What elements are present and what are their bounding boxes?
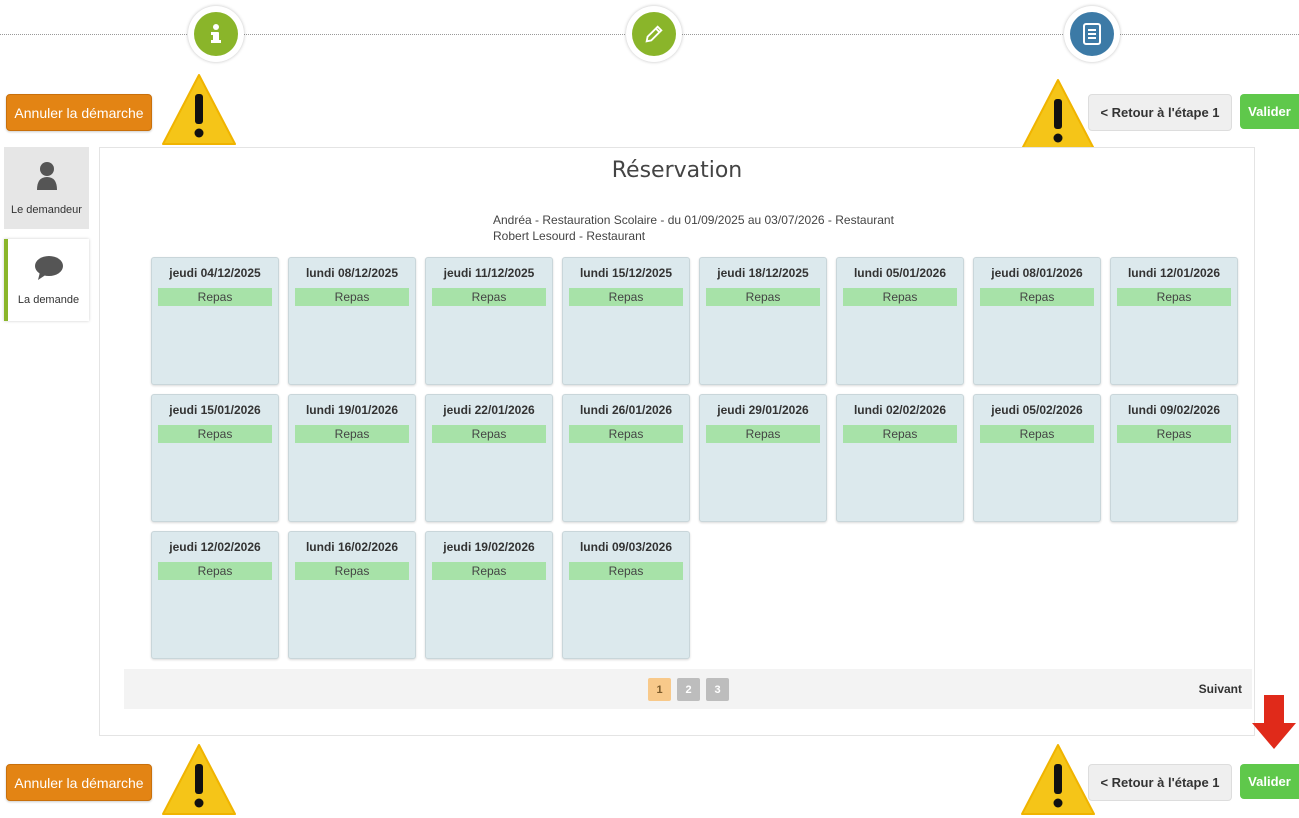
- cancel-button-bottom[interactable]: Annuler la démarche: [6, 764, 152, 801]
- day-card-date: jeudi 19/02/2026: [443, 540, 535, 554]
- day-card[interactable]: jeudi 22/01/2026 Repas: [425, 394, 553, 522]
- sidebar-item-label: La demande: [17, 293, 80, 306]
- cancel-button-top[interactable]: Annuler la démarche: [6, 94, 152, 131]
- day-card[interactable]: lundi 15/12/2025 Repas: [562, 257, 690, 385]
- sidebar-item-demande[interactable]: La demande: [4, 239, 89, 321]
- day-card-date: lundi 02/02/2026: [853, 403, 947, 417]
- day-card[interactable]: lundi 05/01/2026 Repas: [836, 257, 964, 385]
- meal-tag[interactable]: Repas: [1117, 425, 1231, 443]
- warning-icon: [1021, 744, 1095, 815]
- day-card[interactable]: lundi 12/01/2026 Repas: [1110, 257, 1238, 385]
- meal-tag[interactable]: Repas: [843, 425, 957, 443]
- meal-tag[interactable]: Repas: [432, 562, 546, 580]
- document-icon: [1070, 12, 1114, 56]
- day-card[interactable]: jeudi 15/01/2026 Repas: [151, 394, 279, 522]
- warning-icon: [162, 744, 236, 815]
- page-2-button[interactable]: 2: [677, 678, 700, 701]
- subtitle-line-2: Robert Lesourd - Restaurant: [493, 229, 646, 243]
- day-card-date: jeudi 12/02/2026: [169, 540, 261, 554]
- meal-tag[interactable]: Repas: [295, 562, 409, 580]
- warning-icon: [162, 74, 236, 145]
- meal-tag[interactable]: Repas: [569, 288, 683, 306]
- day-card[interactable]: lundi 26/01/2026 Repas: [562, 394, 690, 522]
- back-button-top[interactable]: < Retour à l'étape 1: [1088, 94, 1232, 131]
- meal-tag[interactable]: Repas: [706, 288, 820, 306]
- day-card[interactable]: jeudi 19/02/2026 Repas: [425, 531, 553, 659]
- day-card-date: jeudi 08/01/2026: [991, 266, 1083, 280]
- day-card-date: jeudi 04/12/2025: [169, 266, 261, 280]
- meal-tag[interactable]: Repas: [706, 425, 820, 443]
- day-card[interactable]: jeudi 11/12/2025 Repas: [425, 257, 553, 385]
- day-card-date: jeudi 05/02/2026: [991, 403, 1083, 417]
- meal-tag[interactable]: Repas: [980, 425, 1094, 443]
- sidebar-item-label: Le demandeur: [11, 203, 82, 216]
- day-card-date: jeudi 22/01/2026: [443, 403, 535, 417]
- back-button-bottom[interactable]: < Retour à l'étape 1: [1088, 764, 1232, 801]
- subtitle-line-1: Andréa - Restauration Scolaire - du 01/0…: [493, 213, 894, 227]
- validate-button-top[interactable]: Valider: [1240, 94, 1299, 129]
- day-card-date: lundi 16/02/2026: [305, 540, 399, 554]
- day-card[interactable]: lundi 09/03/2026 Repas: [562, 531, 690, 659]
- step-summary: [1064, 6, 1120, 62]
- day-card-date: lundi 09/03/2026: [579, 540, 673, 554]
- meal-tag[interactable]: Repas: [158, 288, 272, 306]
- next-page-link[interactable]: Suivant: [1199, 682, 1242, 696]
- day-card-date: lundi 08/12/2025: [305, 266, 399, 280]
- day-card-date: jeudi 18/12/2025: [717, 266, 809, 280]
- day-card-date: lundi 26/01/2026: [579, 403, 673, 417]
- day-card[interactable]: lundi 19/01/2026 Repas: [288, 394, 416, 522]
- day-card[interactable]: jeudi 04/12/2025 Repas: [151, 257, 279, 385]
- meal-tag[interactable]: Repas: [158, 562, 272, 580]
- reservation-subtitle: Andréa - Restauration Scolaire - du 01/0…: [493, 212, 894, 244]
- day-card-date: jeudi 11/12/2025: [443, 266, 535, 280]
- page-1-button[interactable]: 1: [648, 678, 671, 701]
- sidebar-item-demandeur[interactable]: Le demandeur: [4, 147, 89, 229]
- day-card[interactable]: lundi 08/12/2025 Repas: [288, 257, 416, 385]
- day-card[interactable]: jeudi 29/01/2026 Repas: [699, 394, 827, 522]
- page-3-button[interactable]: 3: [706, 678, 729, 701]
- day-card[interactable]: lundi 09/02/2026 Repas: [1110, 394, 1238, 522]
- meal-tag[interactable]: Repas: [432, 288, 546, 306]
- info-icon: [194, 12, 238, 56]
- day-card-date: lundi 09/02/2026: [1127, 403, 1221, 417]
- step-info: [188, 6, 244, 62]
- pencil-icon: [632, 12, 676, 56]
- pagination: 1 2 3 Suivant: [124, 669, 1252, 709]
- step-edit: [626, 6, 682, 62]
- meal-tag[interactable]: Repas: [295, 288, 409, 306]
- arrow-down-icon: [1252, 695, 1296, 749]
- day-card-date: jeudi 15/01/2026: [169, 403, 261, 417]
- day-card[interactable]: jeudi 05/02/2026 Repas: [973, 394, 1101, 522]
- day-card[interactable]: jeudi 18/12/2025 Repas: [699, 257, 827, 385]
- meal-tag[interactable]: Repas: [569, 425, 683, 443]
- day-card[interactable]: jeudi 12/02/2026 Repas: [151, 531, 279, 659]
- warning-icon: [1021, 79, 1095, 150]
- page-title: Réservation: [611, 158, 743, 183]
- day-card[interactable]: lundi 02/02/2026 Repas: [836, 394, 964, 522]
- day-card-date: jeudi 29/01/2026: [717, 403, 809, 417]
- meal-tag[interactable]: Repas: [980, 288, 1094, 306]
- speech-bubble-icon: [34, 255, 64, 284]
- day-card-date: lundi 12/01/2026: [1127, 266, 1221, 280]
- day-card-date: lundi 15/12/2025: [579, 266, 673, 280]
- day-card[interactable]: lundi 16/02/2026 Repas: [288, 531, 416, 659]
- meal-tag[interactable]: Repas: [1117, 288, 1231, 306]
- day-card[interactable]: jeudi 08/01/2026 Repas: [973, 257, 1101, 385]
- meal-tag[interactable]: Repas: [569, 562, 683, 580]
- meal-tag[interactable]: Repas: [158, 425, 272, 443]
- sidebar: Le demandeur La demande: [4, 147, 90, 331]
- meal-tag[interactable]: Repas: [295, 425, 409, 443]
- meal-tag[interactable]: Repas: [843, 288, 957, 306]
- meal-tag[interactable]: Repas: [432, 425, 546, 443]
- reservation-panel: Réservation Andréa - Restauration Scolai…: [99, 147, 1255, 736]
- day-card-date: lundi 05/01/2026: [853, 266, 947, 280]
- day-card-date: lundi 19/01/2026: [305, 403, 399, 417]
- reservation-grid: jeudi 04/12/2025 Repas lundi 08/12/2025 Re…: [151, 257, 1241, 659]
- user-icon: [36, 161, 58, 194]
- validate-button-bottom[interactable]: Valider: [1240, 764, 1299, 799]
